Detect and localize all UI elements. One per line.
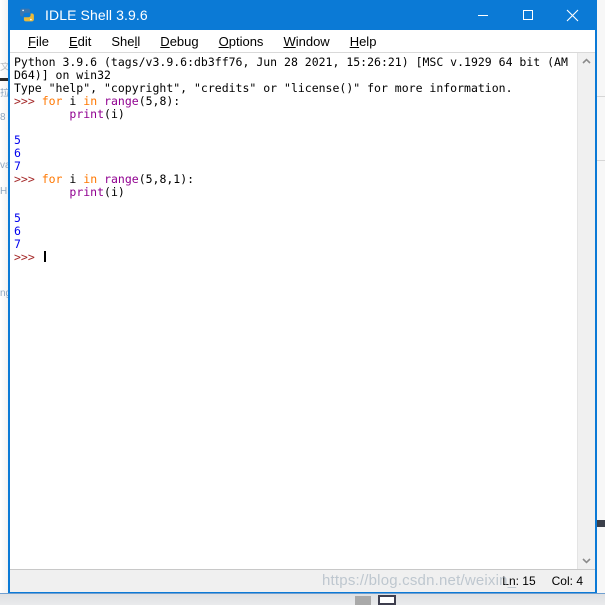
shell-token-output: 7 — [14, 237, 21, 251]
maximize-button[interactable] — [505, 0, 550, 30]
shell-line: 5 — [14, 212, 577, 225]
scroll-thumb[interactable] — [578, 70, 595, 590]
shell-token-builtin: print — [69, 107, 105, 121]
shell-token-plain: Type "help", "copyright", "credits" or "… — [14, 81, 513, 95]
minimize-icon — [477, 15, 488, 16]
shell-line: 7 — [14, 238, 577, 251]
shell-line: 5 — [14, 134, 577, 147]
menu-item-file[interactable]: File — [18, 34, 59, 49]
shell-token-prompt: >>> — [14, 250, 42, 264]
menu-item-options[interactable]: Options — [209, 34, 274, 49]
menu-item-shell[interactable]: Shell — [101, 34, 150, 49]
shell-token-plain — [14, 107, 69, 121]
shell-line: print(i) — [14, 186, 577, 199]
shell-token-builtin: range — [104, 172, 139, 186]
taskbar[interactable] — [0, 593, 605, 605]
taskbar-item-a[interactable] — [355, 596, 371, 605]
shell-token-keyword: for — [41, 172, 63, 186]
idle-python-icon — [18, 6, 36, 24]
status-line-indicator: Ln: 15 — [502, 574, 536, 588]
shell-token-builtin: print — [69, 185, 105, 199]
shell-token-output: 7 — [14, 159, 21, 173]
window-title: IDLE Shell 3.9.6 — [45, 7, 148, 23]
shell-token-output: 6 — [14, 146, 21, 160]
shell-token-prompt: >>> — [14, 94, 42, 108]
close-icon — [566, 9, 579, 21]
scroll-up-button[interactable] — [578, 53, 595, 70]
shell-token-prompt: >>> — [14, 172, 42, 186]
shell-token-plain: (5,8,1): — [138, 172, 195, 186]
shell-token-output: 5 — [14, 133, 21, 147]
title-bar[interactable]: IDLE Shell 3.9.6 — [10, 0, 595, 30]
taskbar-item-b[interactable] — [378, 595, 396, 605]
shell-token-plain: i — [62, 94, 84, 108]
shell-line: print(i) — [14, 108, 577, 121]
shell-token-keyword: in — [83, 172, 98, 186]
shell-token-keyword: for — [41, 94, 63, 108]
shell-line: 6 — [14, 225, 577, 238]
shell-token-output: 6 — [14, 224, 21, 238]
shell-token-output: 5 — [14, 211, 21, 225]
menu-item-help[interactable]: Help — [340, 34, 387, 49]
shell-token-plain: D64)] on win32 — [14, 68, 111, 82]
menu-item-window[interactable]: Window — [273, 34, 339, 49]
shell-token-plain: (i) — [104, 107, 125, 121]
shell-token-plain: Python 3.9.6 (tags/v3.9.6:db3ff76, Jun 2… — [14, 55, 568, 69]
shell-text-area[interactable]: Python 3.9.6 (tags/v3.9.6:db3ff76, Jun 2… — [10, 53, 577, 569]
minimize-button[interactable] — [460, 0, 505, 30]
scroll-down-button[interactable] — [578, 552, 595, 569]
screen-root: 文拉8vaHng 路 IDLE Shell 3.9.6 — [0, 0, 605, 605]
menu-bar: File Edit Shell Debug Options Window Help — [10, 30, 595, 53]
shell-body: Python 3.9.6 (tags/v3.9.6:db3ff76, Jun 2… — [10, 53, 595, 590]
close-button[interactable] — [550, 0, 595, 30]
status-bar: Ln: 15 Col: 4 — [10, 569, 595, 592]
shell-line: >>> — [14, 251, 577, 264]
shell-token-plain — [14, 185, 69, 199]
shell-token-plain: (5,8): — [138, 94, 181, 108]
vertical-scrollbar[interactable] — [577, 53, 595, 590]
text-caret — [43, 251, 46, 262]
status-column-indicator: Col: 4 — [551, 574, 583, 588]
idle-shell-window: IDLE Shell 3.9.6 File Edit Shell Debug O… — [8, 0, 597, 594]
shell-token-keyword: in — [83, 94, 98, 108]
window-controls — [460, 0, 595, 30]
menu-item-debug[interactable]: Debug — [150, 34, 208, 49]
shell-token-builtin: range — [104, 94, 139, 108]
shell-token-plain: (i) — [104, 185, 125, 199]
maximize-icon — [522, 10, 533, 20]
shell-line: 6 — [14, 147, 577, 160]
chevron-up-icon — [582, 58, 591, 64]
chevron-down-icon — [582, 558, 591, 564]
shell-token-plain: i — [62, 172, 84, 186]
menu-item-edit[interactable]: Edit — [59, 34, 101, 49]
